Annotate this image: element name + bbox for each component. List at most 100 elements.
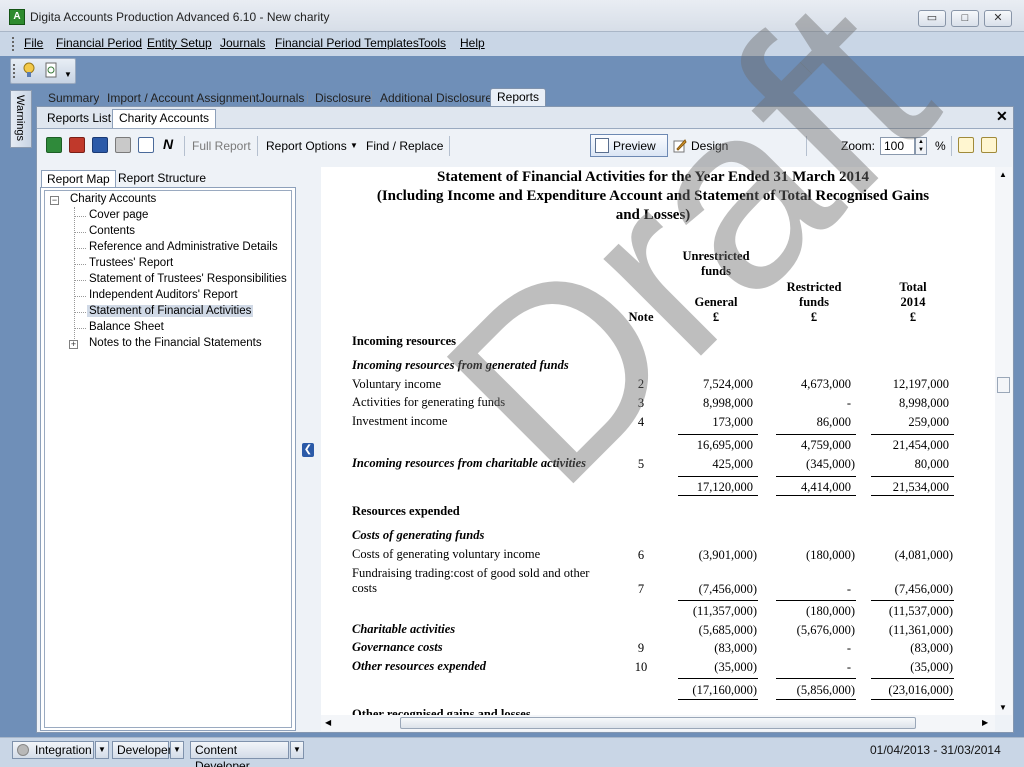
menu-journals[interactable]: Journals: [220, 36, 265, 50]
toolbar-separator: [951, 136, 952, 156]
word-export-icon[interactable]: [92, 137, 108, 153]
tab-charity-accounts[interactable]: Charity Accounts: [112, 109, 217, 128]
find-replace-button[interactable]: Find / Replace: [366, 139, 443, 153]
toolbar-grip: [13, 64, 16, 78]
toolbar-separator: [449, 136, 450, 156]
cell-total: (4,081,000): [894, 548, 953, 562]
header-unrestricted: Unrestricted: [682, 249, 750, 263]
scroll-left-icon[interactable]: ◀: [325, 718, 331, 727]
section-incoming-resources: Incoming resources: [352, 334, 457, 348]
vertical-scroll-thumb[interactable]: [997, 377, 1010, 393]
tab-additional-disclosures[interactable]: Additional Disclosures: [380, 91, 498, 105]
scroll-down-icon[interactable]: ▼: [999, 703, 1007, 712]
report-options-button[interactable]: Report Options: [266, 139, 347, 153]
tab-report-map[interactable]: Report Map: [41, 170, 116, 188]
tree-item-notes[interactable]: Notes to the Financial Statements: [89, 337, 262, 349]
row-note: 5: [637, 457, 645, 471]
header-general-currency: £: [712, 310, 720, 324]
preview-icon: [595, 138, 609, 153]
scroll-up-icon[interactable]: ▲: [999, 170, 1007, 179]
page-info-icon[interactable]: [981, 137, 997, 153]
tree-item-contents[interactable]: Contents: [89, 225, 135, 237]
header-restricted: Restricted: [786, 280, 842, 294]
collapse-icon[interactable]: −: [50, 196, 59, 205]
tab-separator: [251, 91, 252, 104]
content-developer-button[interactable]: Content Developer: [190, 741, 289, 767]
minimize-button[interactable]: ▭: [918, 10, 946, 27]
horizontal-scroll-thumb[interactable]: [400, 717, 916, 729]
row-label-other-resources-expended: Other resources expended: [352, 659, 487, 673]
row-note: 9: [637, 641, 645, 655]
tree-item-reference-admin-details[interactable]: Reference and Administrative Details: [89, 241, 278, 253]
cell-general: 7,524,000: [703, 377, 753, 391]
design-button[interactable]: Design: [691, 139, 728, 153]
preview-button[interactable]: Preview: [590, 134, 668, 157]
cell-total: (83,000): [910, 641, 953, 655]
tree-item-independent-auditors-report[interactable]: Independent Auditors' Report: [89, 289, 238, 301]
tree-item-trustees-report[interactable]: Trustees' Report: [89, 257, 173, 269]
page-setup-icon[interactable]: [138, 137, 154, 153]
underline: [776, 476, 856, 477]
integration-label: Integration: [35, 743, 92, 757]
n-toggle-button[interactable]: N: [163, 136, 173, 152]
zoom-input[interactable]: 100: [880, 137, 915, 155]
zoom-stepper[interactable]: ▲ ▼: [915, 137, 927, 155]
menu-financial-period-templates[interactable]: Financial Period Templates: [275, 36, 419, 50]
zoom-label: Zoom:: [841, 139, 876, 153]
row-label: Costs of generating voluntary income: [352, 547, 541, 561]
page-icon[interactable]: [958, 137, 974, 153]
tree-item-cover-page[interactable]: Cover page: [89, 209, 148, 221]
developer-button[interactable]: Developer: [112, 741, 172, 759]
tab-reports-list[interactable]: Reports List: [40, 109, 118, 128]
tab-journals[interactable]: Journals: [259, 91, 304, 105]
collapse-panel-button[interactable]: ❮: [302, 443, 314, 457]
menu-tools[interactable]: Tools: [418, 36, 446, 50]
row-note: 7: [637, 582, 645, 596]
tree-item-balance-sheet[interactable]: Balance Sheet: [89, 321, 164, 333]
integration-button[interactable]: Integration: [12, 741, 94, 759]
content-developer-dropdown-icon[interactable]: ▼: [290, 741, 304, 759]
row-note: 6: [637, 548, 645, 562]
report-subtitle-line1: (Including Income and Expenditure Accoun…: [376, 188, 930, 204]
vertical-scrollbar[interactable]: [995, 167, 1012, 715]
tree-root-charity-accounts[interactable]: Charity Accounts: [70, 193, 156, 205]
maximize-button[interactable]: □: [951, 10, 979, 27]
menu-file[interactable]: File: [24, 36, 43, 50]
row-note: 2: [637, 377, 645, 391]
developer-dropdown-icon[interactable]: ▼: [170, 741, 184, 759]
tab-disclosure[interactable]: Disclosure: [315, 91, 371, 105]
tree-item-statement-financial-activities[interactable]: Statement of Financial Activities: [87, 305, 254, 317]
header-total-currency: £: [909, 310, 917, 324]
row-label-continued: costs: [352, 581, 377, 595]
tab-report-structure[interactable]: Report Structure: [113, 170, 211, 188]
underline: [776, 600, 856, 601]
close-tab-icon[interactable]: ✕: [996, 108, 1008, 125]
underline: [678, 476, 758, 477]
print-icon[interactable]: [115, 137, 131, 153]
menu-entity-setup[interactable]: Entity Setup: [147, 36, 212, 50]
scroll-right-icon[interactable]: ▶: [982, 718, 988, 727]
menu-financial-period[interactable]: Financial Period: [56, 36, 142, 50]
integration-dropdown-icon[interactable]: ▼: [95, 741, 109, 759]
tab-summary[interactable]: Summary: [48, 91, 99, 105]
document-icon[interactable]: [43, 62, 59, 78]
tree-item-trustees-responsibilities[interactable]: Statement of Trustees' Responsibilities: [89, 273, 287, 285]
report-options-dropdown-icon[interactable]: ▼: [350, 141, 358, 150]
expand-icon[interactable]: +: [69, 340, 78, 349]
cell-total: 80,000: [914, 457, 949, 471]
warnings-tab[interactable]: Warnings: [10, 90, 32, 148]
wizard-icon[interactable]: [21, 62, 37, 78]
underline: [678, 600, 758, 601]
menu-help[interactable]: Help: [460, 36, 485, 50]
excel-export-icon[interactable]: [46, 137, 62, 153]
tab-reports[interactable]: Reports: [490, 88, 546, 106]
row-label: Investment income: [352, 414, 448, 428]
menu-grip: [12, 37, 15, 51]
tab-import-account-assignment[interactable]: Import / Account Assignment: [107, 91, 259, 105]
subsection-costs-generating: Costs of generating funds: [352, 528, 485, 542]
toolbar-overflow-icon[interactable]: ▼: [64, 70, 72, 79]
pdf-export-icon[interactable]: [69, 137, 85, 153]
close-window-button[interactable]: ✕: [984, 10, 1012, 27]
cell-total: (11,361,000): [888, 623, 953, 637]
full-report-button[interactable]: Full Report: [192, 139, 251, 153]
